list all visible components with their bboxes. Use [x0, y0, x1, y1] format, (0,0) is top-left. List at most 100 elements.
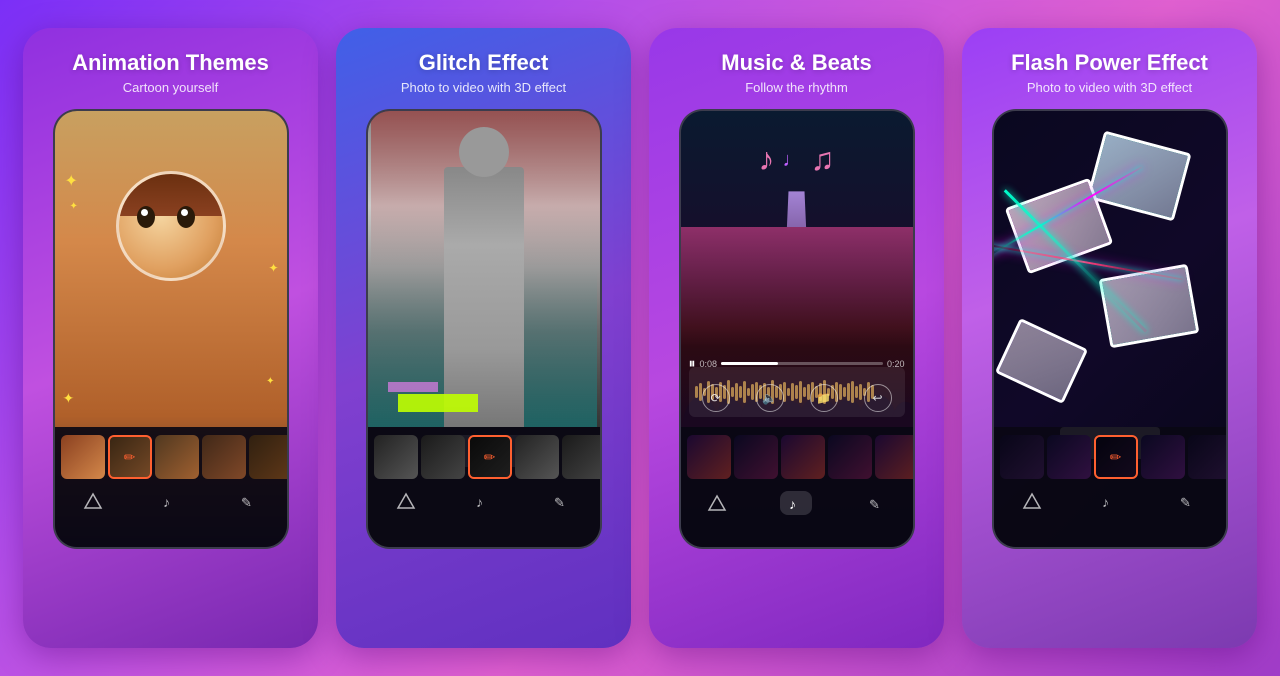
ctrl-icon-4[interactable]: ↩: [864, 384, 892, 412]
thumbnail-row-4: ✏: [994, 427, 1226, 483]
svg-text:♪: ♪: [476, 494, 483, 510]
phone-screen-3: ♪ ♩ ♫: [681, 111, 913, 547]
thumb-2-1[interactable]: [374, 435, 418, 479]
glitch-color-block-2: [388, 382, 438, 392]
photo-card-4: [994, 318, 1087, 404]
card-title-3: Music & Beats: [721, 50, 871, 76]
phone-mockup-2: ✏ ♪ ✎: [366, 109, 602, 549]
flash-bg: ✏ ♪ ✎: [994, 111, 1226, 547]
card-subtitle-1: Cartoon yourself: [123, 80, 218, 95]
music-note-1: ♪: [759, 141, 775, 178]
svg-text:✎: ✎: [869, 497, 880, 512]
icon-bar-triangle-4[interactable]: [1022, 491, 1042, 511]
star-4: ✦: [63, 390, 75, 407]
thumb-item-1[interactable]: [61, 435, 105, 479]
icon-bar-2: ♪ ✎: [368, 483, 600, 523]
thumb-4-1[interactable]: [1000, 435, 1044, 479]
phone-screen-4: ✏ ♪ ✎: [994, 111, 1226, 547]
thumbnail-row-3: [681, 427, 913, 483]
thumb-2-4[interactable]: [515, 435, 559, 479]
icon-bar-4: ♪ ✎: [994, 483, 1226, 523]
card-subtitle-2: Photo to video with 3D effect: [401, 80, 566, 95]
progress-bar[interactable]: [721, 362, 883, 365]
phone-mockup-4: ✏ ♪ ✎: [992, 109, 1228, 549]
thumb-3-2[interactable]: [734, 435, 778, 479]
thumb-2-2[interactable]: [421, 435, 465, 479]
ctrl-icon-3[interactable]: 📁: [810, 384, 838, 412]
thumbnail-bar-2: ✏ ♪ ✎: [368, 427, 600, 547]
cartoon-eyes: [137, 206, 195, 228]
glitch-person-area: [368, 111, 600, 427]
card-flash-power: Flash Power Effect Photo to video with 3…: [962, 28, 1257, 648]
glitch-color-block-1: [398, 394, 478, 412]
icon-bar-edit-1[interactable]: ✎: [238, 491, 258, 511]
thumb-4-3[interactable]: ✏: [1094, 435, 1138, 479]
star-2: ✦: [70, 201, 78, 212]
card-title-4: Flash Power Effect: [1011, 50, 1208, 76]
person-body: [444, 167, 524, 427]
icon-bar-music-2[interactable]: ♪: [473, 491, 493, 511]
thumb-item-2[interactable]: ✏: [108, 435, 152, 479]
icon-bar-edit-2[interactable]: ✎: [551, 491, 571, 511]
star-1: ✦: [65, 171, 78, 191]
thumb-item-5[interactable]: [249, 435, 287, 479]
icon-bar-triangle-2[interactable]: [396, 491, 416, 511]
thumb-3-4[interactable]: [828, 435, 872, 479]
icon-bar-1: ♪ ✎: [55, 483, 287, 523]
thumb-pencil-2: ✏: [470, 437, 510, 477]
thumbnail-bar-1: ✏ ♪: [55, 427, 287, 547]
icon-bar-music-4[interactable]: ♪: [1099, 491, 1119, 511]
thumb-pencil-icon: ✏: [110, 437, 150, 477]
phone-screen-2: ✏ ♪ ✎: [368, 111, 600, 547]
thumbnail-bar-3: ♪ ✎: [681, 427, 913, 547]
thumb-4-2[interactable]: [1047, 435, 1091, 479]
thumb-3-5[interactable]: [875, 435, 913, 479]
thumbnail-row-2: ✏: [368, 427, 600, 483]
thumbnail-row-1: ✏: [55, 427, 287, 483]
card-animation-themes: Animation Themes Cartoon yourself ✦ ✦ ✦ …: [23, 28, 318, 648]
icon-bar-edit-3[interactable]: ✎: [866, 493, 886, 513]
thumb-3-1[interactable]: [687, 435, 731, 479]
thumb-2-5[interactable]: [562, 435, 600, 479]
icon-bar-music-1[interactable]: ♪: [160, 491, 180, 511]
glitch-bg: ✏ ♪ ✎: [368, 111, 600, 547]
thumb-4-4[interactable]: [1141, 435, 1185, 479]
svg-text:♪: ♪: [1102, 494, 1109, 510]
svg-text:♪: ♪: [789, 496, 796, 512]
icon-bar-3: ♪ ✎: [681, 483, 913, 527]
left-eye: [137, 206, 155, 228]
card-title-2: Glitch Effect: [419, 50, 549, 76]
music-notes: ♪ ♩ ♫: [759, 141, 835, 178]
icon-bar-triangle-1[interactable]: [83, 491, 103, 511]
icon-bar-triangle-3[interactable]: [707, 493, 727, 513]
stage-light: [681, 227, 913, 347]
face-circle: [116, 171, 226, 281]
thumb-item-3[interactable]: [155, 435, 199, 479]
photo-card-3: [1098, 264, 1199, 349]
icon-bar-edit-4[interactable]: ✎: [1177, 491, 1197, 511]
thumb-3-3[interactable]: [781, 435, 825, 479]
svg-text:✎: ✎: [554, 495, 565, 510]
card-glitch-effect: Glitch Effect Photo to video with 3D eff…: [336, 28, 631, 648]
phone-mockup-3: ♪ ♩ ♫: [679, 109, 915, 549]
phone-mockup-1: ✦ ✦ ✦ ✦ ✦: [53, 109, 289, 549]
ctrl-icon-2[interactable]: 🔈: [756, 384, 784, 412]
music-bg: ♪ ♩ ♫: [681, 111, 913, 547]
star-3: ✦: [268, 261, 278, 275]
right-eye: [177, 206, 195, 228]
thumb-2-3[interactable]: ✏: [468, 435, 512, 479]
animation-bg: ✦ ✦ ✦ ✦ ✦: [55, 111, 287, 547]
thumb-pencil-4: ✏: [1096, 437, 1136, 477]
phone-screen-1: ✦ ✦ ✦ ✦ ✦: [55, 111, 287, 547]
thumb-item-4[interactable]: [202, 435, 246, 479]
ctrl-icon-1[interactable]: ⟳: [702, 384, 730, 412]
card-title-1: Animation Themes: [72, 50, 269, 76]
music-note-2: ♩: [783, 149, 803, 178]
progress-fill: [721, 362, 778, 365]
card-subtitle-3: Follow the rhythm: [745, 80, 848, 95]
music-note-3: ♫: [811, 141, 835, 178]
thumb-4-5[interactable]: [1188, 435, 1226, 479]
icon-bar-music-3[interactable]: ♪: [780, 491, 812, 515]
svg-text:✎: ✎: [1180, 495, 1191, 510]
photo-card-1: [1086, 131, 1191, 222]
